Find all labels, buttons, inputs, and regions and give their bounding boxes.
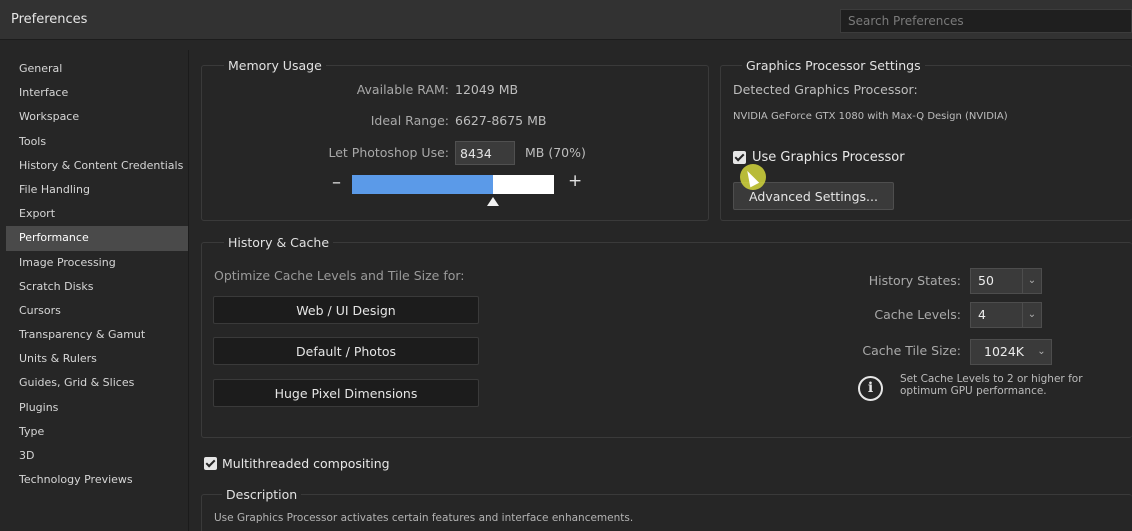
multithreaded-compositing-label: Multithreaded compositing — [222, 456, 390, 471]
cache-info-line-2: optimum GPU performance. — [900, 385, 1047, 397]
slider-decrease-button[interactable]: – — [332, 172, 341, 193]
available-ram-value: 12049 MB — [455, 82, 519, 97]
ideal-range-value: 6627-8675 MB — [455, 113, 547, 128]
cache-info-line-1: Set Cache Levels to 2 or higher for — [900, 373, 1083, 385]
sidebar-divider — [6, 50, 189, 531]
web-ui-design-button[interactable]: Web / UI Design — [213, 296, 479, 324]
available-ram-label: Available RAM: — [356, 82, 449, 97]
cache-tile-size-label: Cache Tile Size: — [862, 343, 961, 358]
cache-levels-field[interactable]: 4 ⌄ — [970, 302, 1042, 328]
detected-gpu-label: Detected Graphics Processor: — [733, 82, 918, 97]
cache-tile-size-value: 1024K — [984, 344, 1025, 359]
history-states-label: History States: — [868, 273, 961, 288]
cache-tile-size-select[interactable]: 1024K ⌄ — [970, 339, 1052, 365]
memory-use-input[interactable] — [455, 141, 515, 165]
default-photos-button[interactable]: Default / Photos — [213, 337, 479, 365]
search-input[interactable] — [840, 9, 1132, 33]
memory-slider-fill — [352, 175, 494, 194]
window-title: Preferences — [11, 12, 88, 27]
chevron-down-icon: ⌄ — [1037, 346, 1046, 357]
description-title: Description — [222, 487, 302, 502]
huge-pixel-dimensions-button[interactable]: Huge Pixel Dimensions — [213, 379, 479, 407]
optimize-cache-label: Optimize Cache Levels and Tile Size for: — [214, 268, 465, 283]
cache-info-text: Set Cache Levels to 2 or higher for opti… — [900, 373, 1083, 397]
description-text: Use Graphics Processor activates certain… — [214, 512, 634, 524]
history-states-value: 50 — [978, 273, 994, 288]
history-states-field[interactable]: 50 ⌄ — [970, 268, 1042, 294]
memory-slider[interactable] — [352, 175, 554, 194]
cache-levels-value: 4 — [978, 307, 986, 322]
use-graphics-processor-label: Use Graphics Processor — [752, 150, 905, 165]
title-bar: Preferences — [0, 0, 1132, 40]
memory-usage-title: Memory Usage — [224, 58, 326, 73]
history-cache-title: History & Cache — [224, 235, 334, 250]
cache-levels-label: Cache Levels: — [874, 307, 961, 322]
multithreaded-compositing-checkbox[interactable] — [204, 457, 217, 470]
detected-gpu-value: NVIDIA GeForce GTX 1080 with Max-Q Desig… — [733, 111, 1008, 122]
memory-use-unit: MB (70%) — [525, 145, 586, 160]
ideal-range-label: Ideal Range: — [370, 113, 449, 128]
graphics-processor-title: Graphics Processor Settings — [742, 58, 925, 73]
slider-increase-button[interactable]: + — [568, 171, 582, 191]
chevron-down-icon[interactable]: ⌄ — [1022, 269, 1041, 293]
slider-thumb-icon[interactable] — [487, 197, 500, 206]
use-graphics-processor-checkbox[interactable] — [733, 151, 746, 164]
info-icon: i — [858, 376, 883, 401]
chevron-down-icon[interactable]: ⌄ — [1022, 303, 1041, 327]
let-photoshop-use-label: Let Photoshop Use: — [328, 145, 449, 160]
